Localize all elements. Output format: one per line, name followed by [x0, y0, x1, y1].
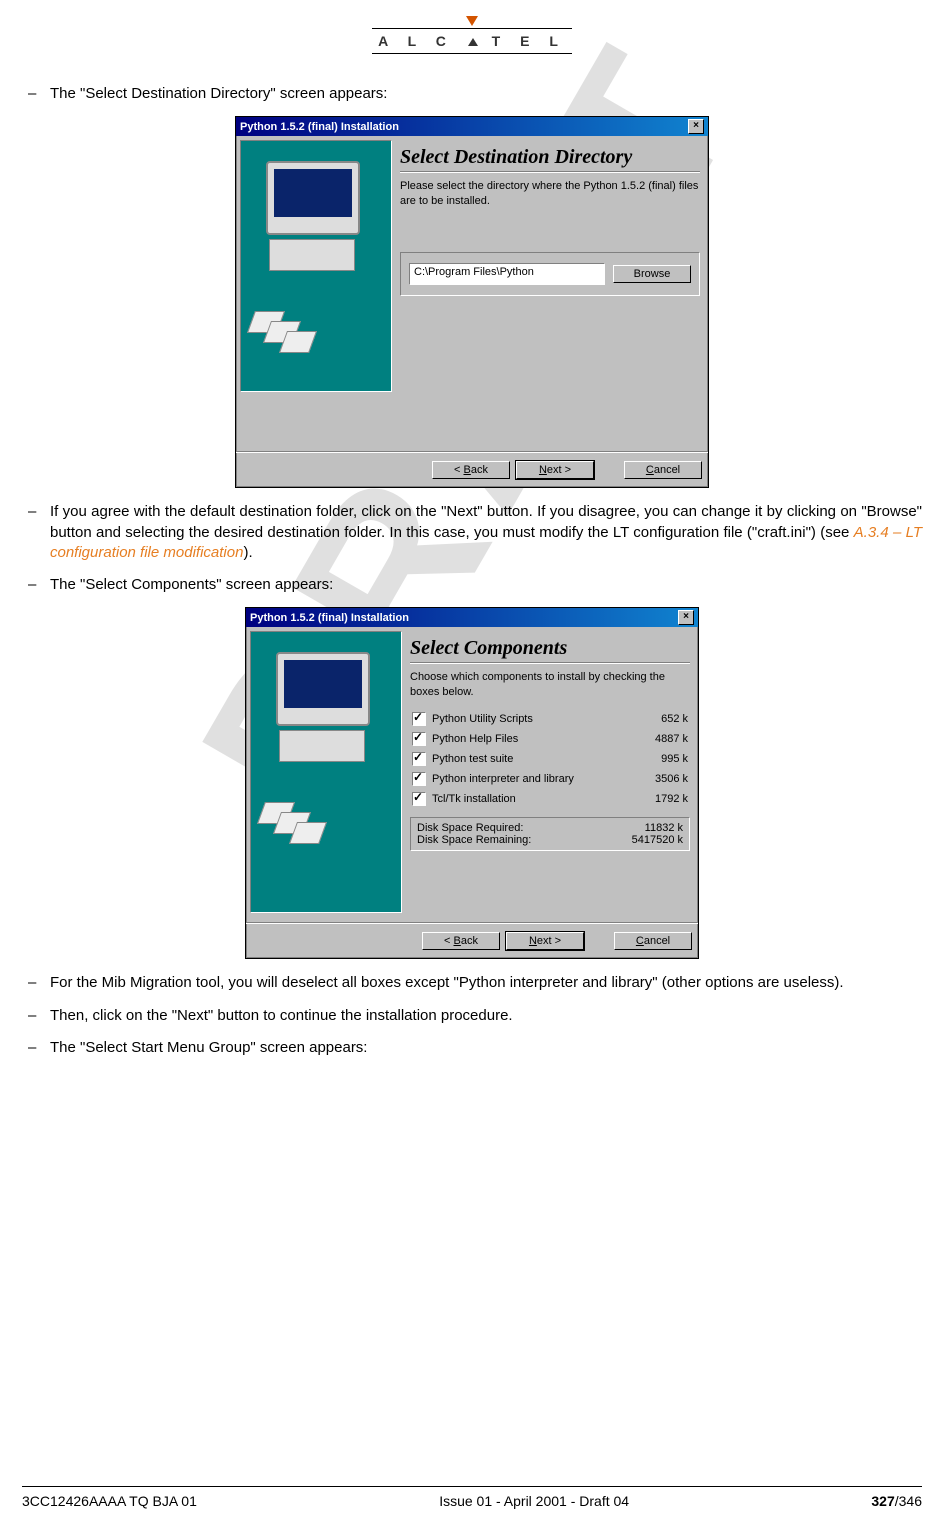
disk-space-box: Disk Space Required: 11832 k Disk Space …: [410, 817, 690, 851]
bullet-6: The "Select Start Menu Group" screen app…: [22, 1038, 922, 1058]
bullet-3: The "Select Components" screen appears:: [22, 575, 922, 595]
checkbox-icon[interactable]: [412, 792, 426, 806]
bullet-4: For the Mib Migration tool, you will des…: [22, 973, 922, 993]
installer-window-2: Python 1.5.2 (final) Installation × Sele…: [245, 607, 699, 959]
doc-id: 3CC12426AAAA TQ BJA 01: [22, 1493, 197, 1509]
component-row: Python Help Files 4887 k: [410, 729, 690, 749]
component-row: Python interpreter and library 3506 k: [410, 769, 690, 789]
window-title: Python 1.5.2 (final) Installation: [240, 121, 399, 133]
wizard-graphic: [240, 140, 392, 392]
issue-info: Issue 01 - April 2001 - Draft 04: [439, 1493, 629, 1509]
bullet-5: Then, click on the "Next" button to cont…: [22, 1006, 922, 1026]
wizard-graphic: [250, 631, 402, 913]
back-button[interactable]: < Back: [422, 932, 500, 950]
component-row: Tcl/Tk installation 1792 k: [410, 789, 690, 809]
next-button[interactable]: Next >: [516, 461, 594, 479]
checkbox-icon[interactable]: [412, 732, 426, 746]
window-title: Python 1.5.2 (final) Installation: [250, 612, 409, 624]
wizard-body-text: Please select the directory where the Py…: [400, 179, 700, 208]
destination-path-field[interactable]: C:\Program Files\Python: [409, 263, 605, 285]
browse-button[interactable]: Browse: [613, 265, 691, 283]
close-icon[interactable]: ×: [678, 610, 694, 625]
next-button[interactable]: Next >: [506, 932, 584, 950]
cancel-button[interactable]: Cancel: [624, 461, 702, 479]
bullet-2: If you agree with the default destinatio…: [22, 502, 922, 563]
component-row: Python test suite 995 k: [410, 749, 690, 769]
brand-logo: A L C T E L: [22, 16, 922, 54]
wizard-heading: Select Destination Directory: [400, 146, 700, 169]
wizard-body-text: Choose which components to install by ch…: [410, 670, 690, 699]
checkbox-icon[interactable]: [412, 752, 426, 766]
cancel-button[interactable]: Cancel: [614, 932, 692, 950]
checkbox-icon[interactable]: [412, 712, 426, 726]
component-row: Python Utility Scripts 652 k: [410, 709, 690, 729]
component-list: Python Utility Scripts 652 k Python Help…: [410, 709, 690, 809]
installer-window-1: Python 1.5.2 (final) Installation × Sele…: [235, 116, 709, 488]
checkbox-icon[interactable]: [412, 772, 426, 786]
wizard-heading: Select Components: [410, 637, 690, 660]
bullet-1: The "Select Destination Directory" scree…: [22, 84, 922, 104]
close-icon[interactable]: ×: [688, 119, 704, 134]
page-footer: 3CC12426AAAA TQ BJA 01 Issue 01 - April …: [22, 1486, 922, 1509]
back-button[interactable]: < Back: [432, 461, 510, 479]
page-number: 327/346: [871, 1493, 922, 1509]
